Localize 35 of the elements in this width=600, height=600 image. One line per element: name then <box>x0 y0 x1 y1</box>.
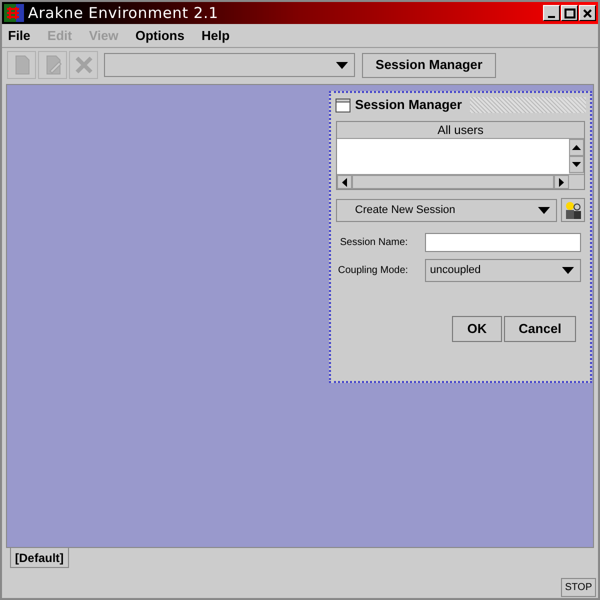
users-button[interactable] <box>561 198 585 222</box>
menu-item[interactable]: Help <box>199 26 232 46</box>
menu-item[interactable]: Options <box>133 26 186 46</box>
scroll-right-icon[interactable] <box>554 175 569 189</box>
minimize-icon <box>548 16 555 18</box>
minimize-button[interactable] <box>543 5 560 21</box>
session-manager-button[interactable]: Session Manager <box>362 52 496 78</box>
close-icon <box>581 6 594 20</box>
app-logo-icon <box>4 4 24 22</box>
session-name-field[interactable] <box>425 233 581 252</box>
session-type-combo[interactable]: Create New Session <box>336 198 557 222</box>
ok-button[interactable]: OK <box>452 316 502 342</box>
dropdown-arrow-icon <box>336 62 348 68</box>
cancel-button[interactable]: Cancel <box>504 316 576 342</box>
scroll-down-icon[interactable] <box>569 156 584 173</box>
column-header: All users <box>337 122 584 139</box>
maximize-button[interactable] <box>561 5 578 21</box>
stop-button[interactable]: STOP <box>560 578 596 597</box>
coupling-mode-combo[interactable]: uncoupled <box>425 259 581 282</box>
horizontal-scrollbar[interactable] <box>337 175 569 189</box>
people-icon <box>563 200 583 220</box>
field-label: Session Name: <box>339 236 409 250</box>
window-title: Session Manager <box>355 96 462 114</box>
close-button[interactable] <box>579 5 596 21</box>
menu-item[interactable]: File <box>6 26 32 46</box>
tab[interactable]: [Default] <box>10 548 69 568</box>
window-title: Arakne Environment 2.1 <box>28 2 220 24</box>
vertical-scrollbar[interactable] <box>569 139 584 174</box>
scroll-up-icon[interactable] <box>569 139 584 156</box>
field-label: Coupling Mode: <box>337 264 410 278</box>
dropdown-arrow-icon <box>538 206 550 214</box>
scroll-left-icon[interactable] <box>337 175 352 189</box>
dropdown-arrow-icon <box>562 267 574 274</box>
maximize-icon <box>563 6 576 20</box>
window-icon <box>335 98 351 112</box>
